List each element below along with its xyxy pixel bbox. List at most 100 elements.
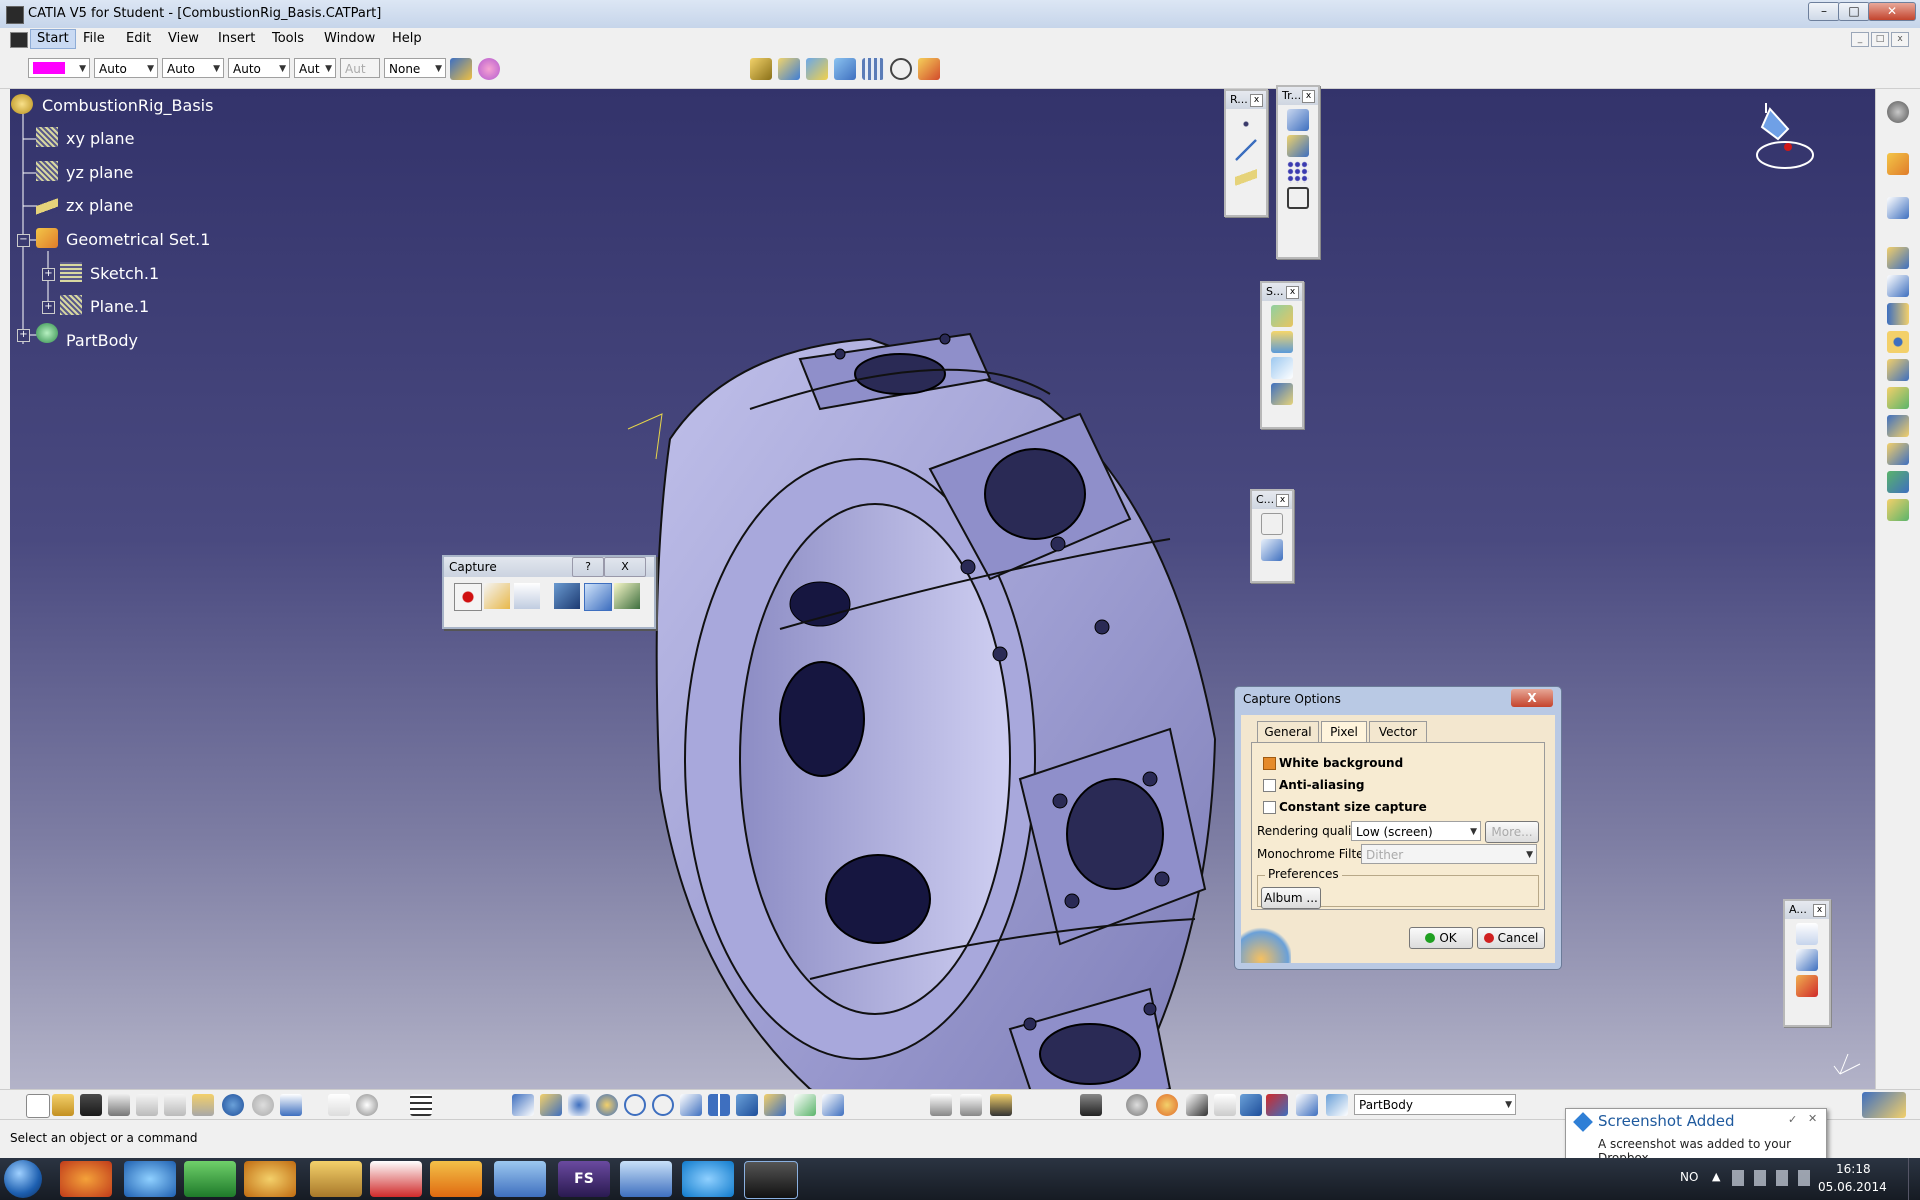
pattern-icon[interactable] [1287,161,1309,183]
hide-show-icon[interactable] [794,1094,816,1116]
view-top-icon[interactable] [806,58,828,80]
acrobat-taskbar-icon[interactable] [370,1161,422,1197]
knowledge-icon[interactable] [356,1094,378,1116]
hole-icon[interactable] [1887,331,1909,353]
point-icon[interactable] [1235,113,1257,135]
constraint-icon[interactable] [1261,513,1283,535]
dialog-close-button[interactable]: X [1511,689,1553,707]
notification-pin-icon[interactable]: ✓ [1788,1113,1797,1126]
maximize-button[interactable]: □ [1838,2,1870,21]
ok-button[interactable]: OK [1409,927,1473,949]
tree-item-xy-plane[interactable]: xy plane [66,129,134,148]
menu-view[interactable]: View [168,31,199,46]
open-icon[interactable] [52,1094,74,1116]
view-section-icon[interactable] [834,58,856,80]
toolbar-header[interactable]: S... x [1262,283,1302,301]
tree-root[interactable]: CombustionRig_Basis [42,96,213,115]
geometrical-set-icon[interactable] [36,228,58,248]
fs-taskbar-icon[interactable]: FS [558,1161,610,1197]
toolbar-header[interactable]: A... x [1785,901,1829,919]
catia-taskbar-icon[interactable] [744,1161,798,1199]
analysis-icon[interactable] [960,1094,982,1116]
constraint-dialog-icon[interactable] [1261,539,1283,561]
menu-start[interactable]: Start [30,29,76,49]
toolbar-header[interactable]: R... x [1226,91,1266,109]
minimize-button[interactable]: – [1808,2,1840,21]
thickness-combo[interactable]: Auto ▼ [162,58,224,78]
thick-surface-icon[interactable] [1271,331,1293,353]
save-icon[interactable] [80,1094,102,1116]
menu-insert[interactable]: Insert [218,31,255,46]
network-app-taskbar-icon[interactable] [494,1161,546,1197]
copy-icon[interactable] [164,1094,186,1116]
current-body-select[interactable]: PartBody ▼ [1354,1094,1516,1115]
dropbox-notification[interactable]: Screenshot Added A screenshot was added … [1565,1108,1827,1165]
render-style-combo[interactable]: Aut ▼ [294,58,336,78]
expand-toggle[interactable]: + [42,268,55,281]
cancel-button[interactable]: Cancel [1477,927,1545,949]
fillet-icon[interactable] [1887,387,1909,409]
anti-aliasing-checkbox[interactable] [1263,779,1276,792]
sketcher-icon[interactable] [1887,197,1909,219]
media-player-taskbar-icon[interactable] [244,1161,296,1197]
shading-icon[interactable] [764,1094,786,1116]
scale-icon[interactable] [1287,187,1309,209]
record-icon[interactable] [454,583,482,611]
close-icon[interactable]: x [1286,286,1299,299]
update-icon[interactable] [1240,1094,1262,1116]
constraint-list-icon[interactable] [1296,1094,1318,1116]
pixel-mode-icon[interactable] [554,583,580,609]
plane-icon[interactable] [60,295,82,315]
close-icon[interactable]: x [1813,904,1826,917]
expand-toggle[interactable]: + [17,329,30,342]
notification-close-icon[interactable]: ✕ [1808,1112,1817,1125]
partbody-icon[interactable] [36,323,58,343]
measure-icon[interactable] [930,1094,952,1116]
sew-surface-icon[interactable] [1271,383,1293,405]
properties-icon[interactable] [478,58,500,80]
chamfer-icon[interactable] [1887,415,1909,437]
tree-item-plane1[interactable]: Plane.1 [90,297,149,316]
cut-icon[interactable] [136,1094,158,1116]
plane-icon[interactable] [36,127,58,147]
collapse-toggle[interactable]: − [17,234,30,247]
define-work-object-icon[interactable] [1326,1094,1348,1116]
rotate-icon[interactable] [596,1094,618,1116]
print-icon[interactable] [108,1094,130,1116]
pan-icon[interactable] [568,1094,590,1116]
translate-icon[interactable] [1287,109,1309,131]
doc-close-button[interactable]: x [1891,32,1909,47]
table-icon[interactable] [410,1094,432,1116]
swap-space-icon[interactable] [822,1094,844,1116]
menu-help[interactable]: Help [392,31,422,46]
axis-icon[interactable] [1186,1094,1208,1116]
new-icon[interactable] [26,1094,50,1118]
remote-app-taskbar-icon[interactable] [620,1161,672,1197]
paste-icon[interactable] [192,1094,214,1116]
dimension-icon[interactable] [1214,1094,1236,1116]
zoom-out-icon[interactable] [652,1094,674,1116]
help-button[interactable]: ? [572,557,604,577]
fit-all-icon[interactable] [540,1094,562,1116]
tree-item-sketch[interactable]: Sketch.1 [90,264,159,283]
explorer-taskbar-icon[interactable] [310,1161,362,1197]
workbench-icon[interactable] [1887,101,1909,123]
render-mode-icon[interactable] [918,58,940,80]
excel-taskbar-icon[interactable] [184,1161,236,1197]
painter-icon[interactable] [450,58,472,80]
compass-widget[interactable] [1740,99,1830,179]
capture-toolbar-header[interactable]: Capture ? X [444,557,654,577]
flag-note-icon[interactable] [1796,949,1818,971]
capture-camera-icon[interactable] [1080,1094,1102,1116]
ie-taskbar-icon[interactable] [124,1161,176,1197]
fly-mode-icon[interactable] [512,1094,534,1116]
pad-icon[interactable] [1887,247,1909,269]
rendering-quality-select[interactable]: Low (screen) ▼ [1351,821,1481,841]
rib-icon[interactable] [1887,359,1909,381]
iso-view-icon[interactable] [736,1094,758,1116]
constant-size-checkbox[interactable] [1263,801,1276,814]
3d-annotation-icon[interactable] [1796,975,1818,997]
white-background-checkbox[interactable] [1263,757,1276,770]
plane-icon[interactable] [36,161,58,181]
sketch-icon[interactable] [60,262,82,282]
